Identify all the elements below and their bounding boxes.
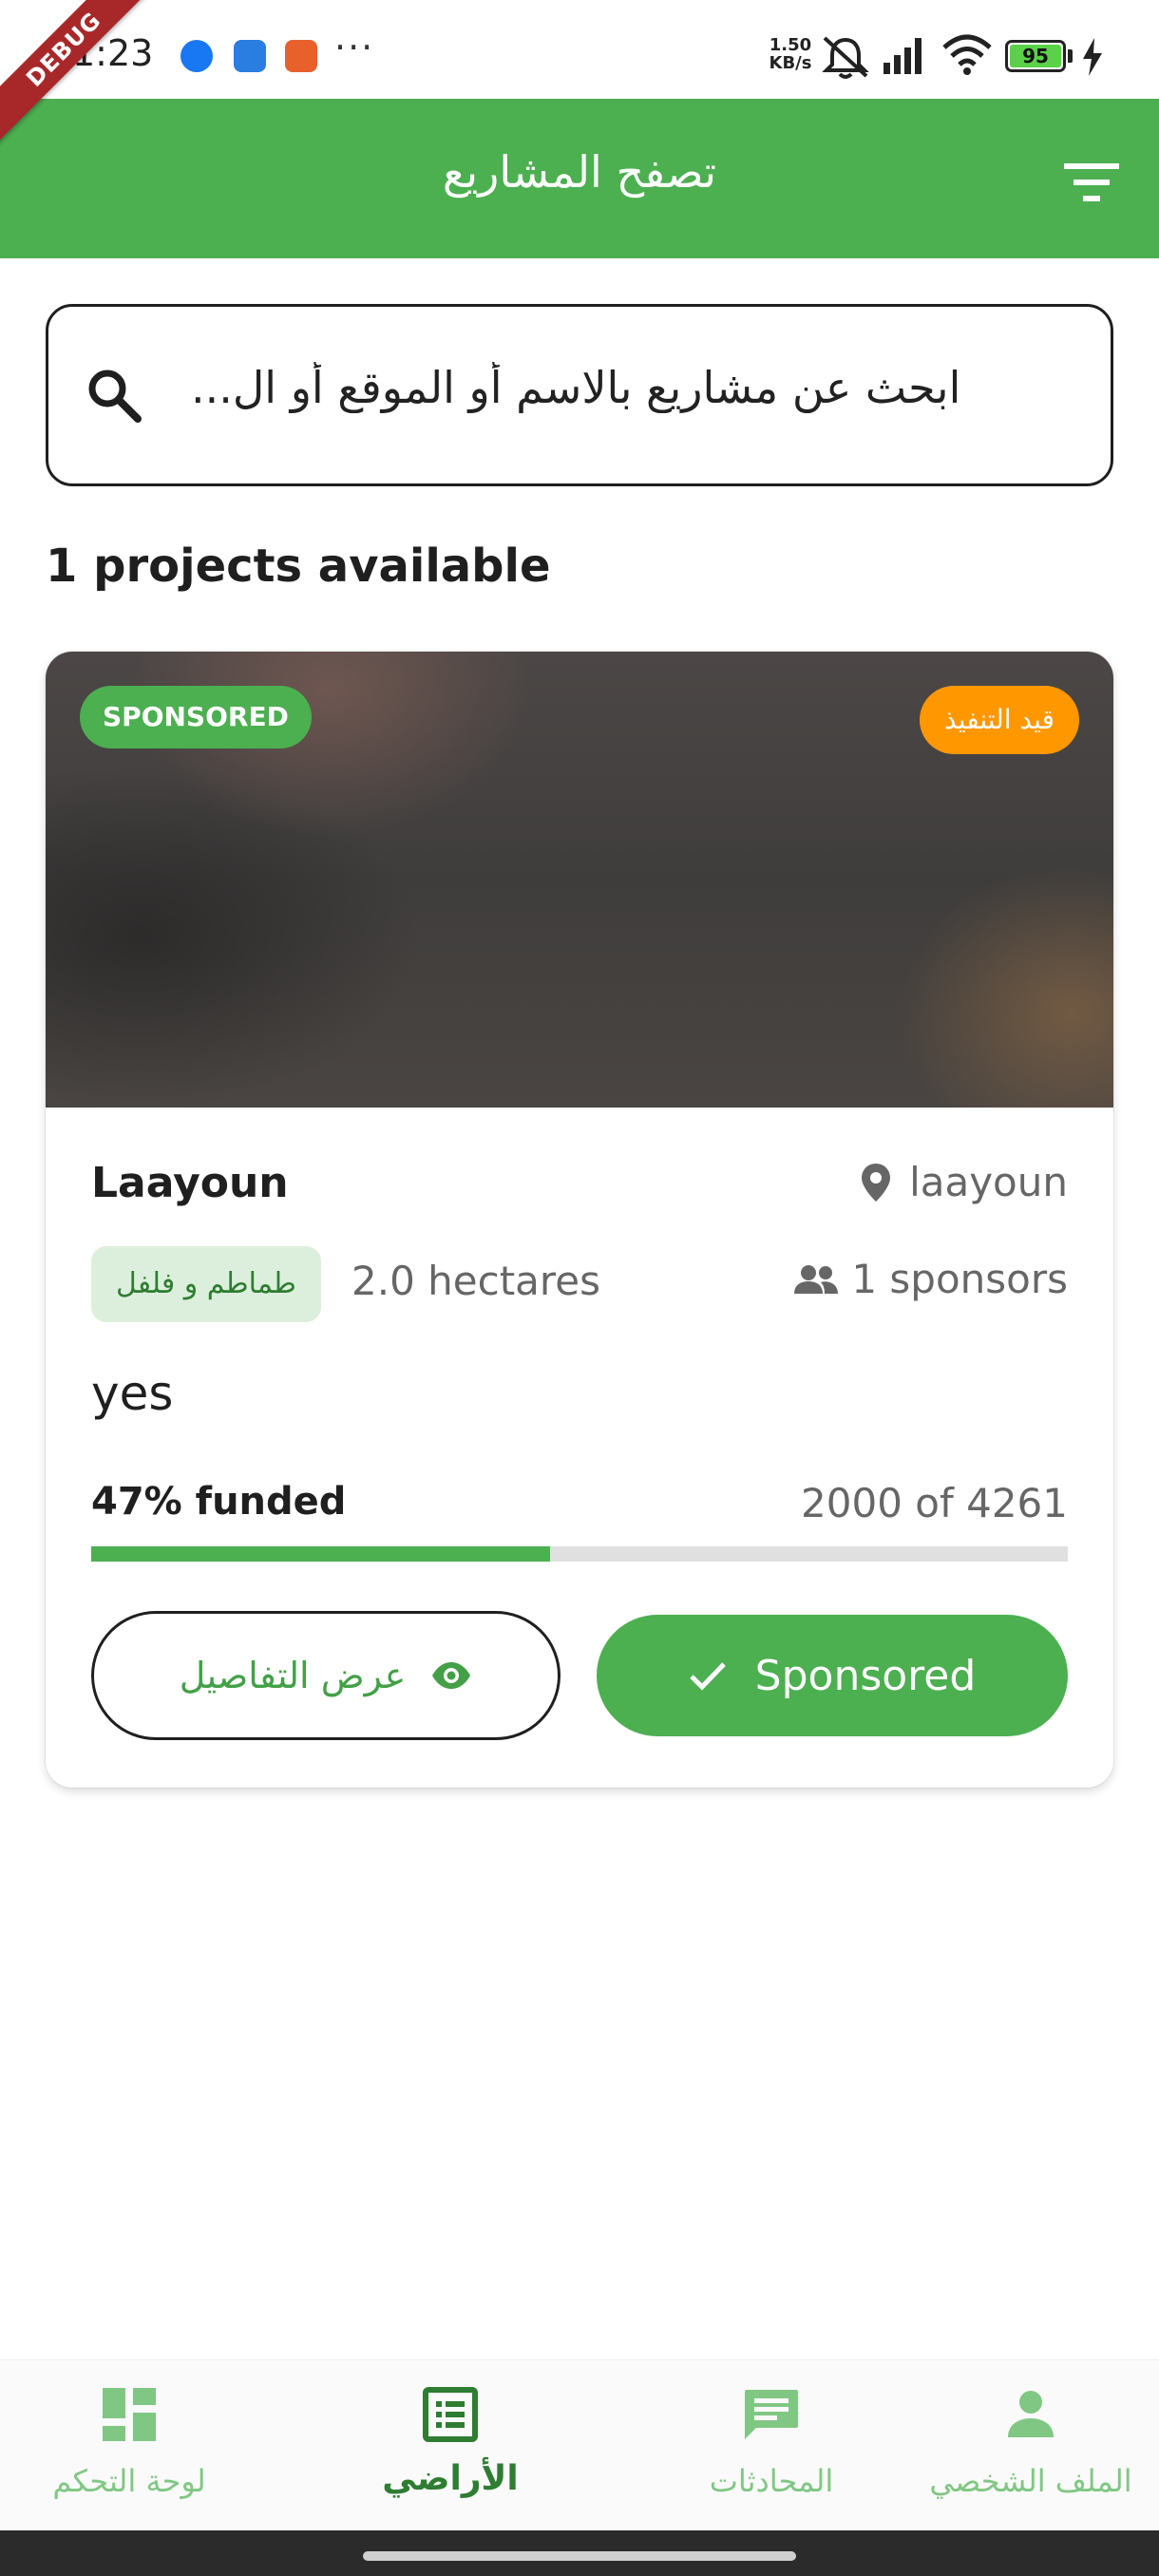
- project-description: yes: [91, 1366, 174, 1421]
- area-text: 2.0 hectares: [352, 1258, 600, 1304]
- music-app-icon: [234, 40, 266, 72]
- sponsored-badge: SPONSORED: [80, 686, 312, 748]
- bottom-navigation: لوحة التحكم الأراضي المحادثات الملف الشخ…: [0, 2359, 1159, 2530]
- dashboard-icon: [103, 2388, 156, 2441]
- sponsored-button-label: Sponsored: [754, 1651, 977, 1700]
- wifi-icon: [942, 34, 992, 75]
- nav-item-lands[interactable]: الأراضي: [355, 2360, 545, 2531]
- person-icon: [1008, 2391, 1054, 2437]
- battery-icon: 95: [1005, 40, 1066, 72]
- system-navigation-area: [0, 2530, 1159, 2576]
- sponsors-count: 1 sponsors: [792, 1256, 1068, 1302]
- status-badge: قيد التنفيذ: [920, 686, 1079, 754]
- funding-progress-fill: [91, 1546, 551, 1562]
- nav-label-lands: الأراضي: [382, 2459, 519, 2498]
- status-bar: DEBUG 1:23 ··· 1.50 KB/s 95: [0, 0, 1159, 147]
- check-icon: [689, 1662, 726, 1691]
- battery-cap: [1068, 49, 1073, 63]
- search-icon: [88, 369, 142, 423]
- project-card[interactable]: SPONSORED قيد التنفيذ Laayoun laayoun طم…: [46, 652, 1113, 1788]
- mute-bell-icon: [822, 36, 869, 79]
- view-details-button[interactable]: عرض التفاصيل: [91, 1611, 560, 1740]
- nav-item-chats[interactable]: المحادثات: [676, 2360, 866, 2531]
- charging-icon: [1083, 38, 1102, 76]
- network-speed: 1.50 KB/s: [766, 36, 815, 72]
- cell-signal-icon: [884, 38, 922, 74]
- project-location: laayoun: [860, 1159, 1068, 1205]
- list-alt-icon: [423, 2387, 478, 2442]
- funded-amount: 2000 of 4261: [801, 1480, 1068, 1526]
- details-button-label: عرض التفاصيل: [179, 1655, 407, 1696]
- messenger-icon: [180, 40, 213, 72]
- network-speed-unit: KB/s: [769, 53, 812, 73]
- app-bar: تصفح المشاريع: [0, 99, 1159, 258]
- nav-label-profile: الملف الشخصي: [929, 2463, 1132, 2499]
- nav-item-dashboard[interactable]: لوحة التحكم: [34, 2360, 224, 2531]
- nav-label-chats: المحادثات: [709, 2463, 834, 2499]
- more-notifications-icon: ···: [334, 27, 375, 68]
- project-image: SPONSORED قيد التنفيذ: [46, 652, 1113, 1108]
- eye-icon: [432, 1662, 471, 1689]
- funding-progress-bar: [91, 1546, 1068, 1562]
- home-gesture-bar[interactable]: [363, 2551, 796, 2561]
- crop-chip: طماطم و فلفل: [91, 1246, 321, 1322]
- location-pin-icon: [862, 1163, 891, 1202]
- network-speed-value: 1.50: [769, 35, 812, 55]
- nav-item-profile[interactable]: الملف الشخصي: [912, 2360, 1150, 2531]
- people-icon: [794, 1264, 839, 1294]
- battery-level: 95: [1010, 45, 1061, 67]
- page-title: تصفح المشاريع: [442, 146, 717, 198]
- chat-icon: [745, 2390, 798, 2439]
- sponsors-text: 1 sponsors: [851, 1256, 1068, 1302]
- sponsored-button[interactable]: Sponsored: [597, 1615, 1068, 1736]
- project-name: Laayoun: [91, 1159, 289, 1207]
- funded-percent: 47% funded: [91, 1480, 347, 1524]
- search-value: ابحث عن مشاريع بالاسم أو الموقع أو ال...: [191, 362, 961, 413]
- video-app-icon: [285, 40, 317, 72]
- location-text: laayoun: [909, 1159, 1068, 1205]
- nav-label-dashboard: لوحة التحكم: [52, 2463, 206, 2499]
- search-input[interactable]: ابحث عن مشاريع بالاسم أو الموقع أو ال...: [46, 304, 1113, 486]
- filter-icon[interactable]: [1058, 156, 1125, 209]
- results-count: 1 projects available: [46, 540, 551, 593]
